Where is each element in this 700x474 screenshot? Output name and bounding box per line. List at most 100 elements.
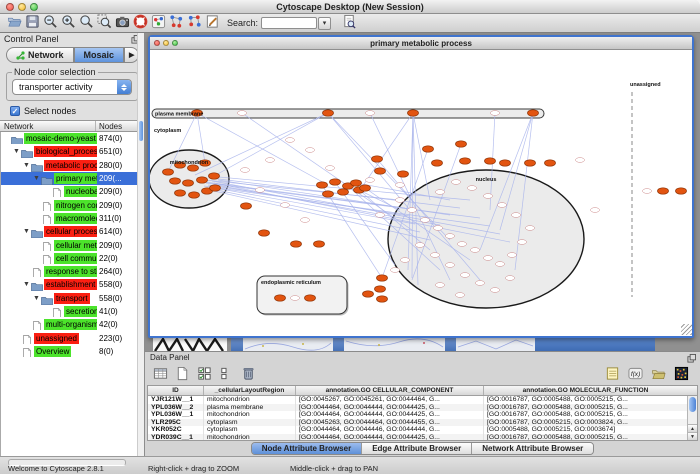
- network-node[interactable]: [281, 203, 290, 208]
- tab-mosaic[interactable]: Mosaic: [74, 47, 125, 63]
- network-node[interactable]: [323, 191, 334, 197]
- network-node[interactable]: [338, 189, 349, 195]
- zoom-selected-icon[interactable]: [95, 13, 113, 30]
- network-node[interactable]: [266, 158, 275, 163]
- zoom-button[interactable]: [30, 3, 38, 11]
- network-node[interactable]: [301, 218, 310, 223]
- network-node[interactable]: [391, 268, 400, 273]
- tree-item-response-to-stimulu[interactable]: response to stimulu264(0): [1, 265, 144, 278]
- expand-arrow-icon[interactable]: ▼: [33, 172, 41, 185]
- new-attribute-icon[interactable]: [174, 365, 191, 382]
- tree-item-macromolecule-m[interactable]: macromolecule m311(0): [1, 212, 144, 225]
- float-panel-icon[interactable]: [687, 354, 696, 363]
- network-node[interactable]: [375, 168, 386, 174]
- network-node[interactable]: [396, 198, 405, 203]
- network-node[interactable]: [498, 203, 507, 208]
- open-icon[interactable]: [5, 13, 23, 30]
- layout-1-icon[interactable]: [167, 13, 185, 30]
- close-button[interactable]: [6, 3, 14, 11]
- network-node[interactable]: [291, 296, 300, 301]
- network-edge[interactable]: [195, 113, 328, 175]
- network-node[interactable]: [416, 243, 425, 248]
- network-edge[interactable]: [322, 185, 382, 278]
- network-canvas[interactable]: plasma membranecytoplasmmitochondrionnuc…: [150, 50, 692, 335]
- import-icon[interactable]: [650, 365, 667, 382]
- tree-item-transport[interactable]: ▼transport558(0): [1, 292, 144, 305]
- expand-arrow-icon[interactable]: ▼: [23, 159, 31, 172]
- network-node[interactable]: [323, 110, 334, 116]
- network-node[interactable]: [526, 226, 535, 231]
- tree-item-cell-communicati[interactable]: cell communicati22(0): [1, 252, 144, 265]
- help-icon[interactable]: [131, 13, 149, 30]
- net-close-button[interactable]: [154, 40, 160, 46]
- tree-item-primary-metabolic-proc[interactable]: ▼primary metabolic proc209(...: [1, 172, 144, 185]
- tree-item-establishment-of-lo[interactable]: ▼establishment of lo558(0): [1, 278, 144, 291]
- network-node[interactable]: [485, 158, 496, 164]
- network-node[interactable]: [484, 194, 493, 199]
- network-node[interactable]: [305, 295, 316, 301]
- network-node[interactable]: [189, 192, 200, 198]
- network-node[interactable]: [545, 160, 556, 166]
- network-node[interactable]: [360, 185, 371, 191]
- minimize-button[interactable]: [18, 3, 26, 11]
- tab-network-attribute-browser[interactable]: Network Attribute Browser: [472, 443, 593, 454]
- zoom-in-icon[interactable]: [59, 13, 77, 30]
- column-header[interactable]: annotation.GO MOLECULAR_FUNCTION: [484, 386, 687, 395]
- expand-arrow-icon[interactable]: ▼: [23, 278, 31, 291]
- network-node[interactable]: [431, 253, 440, 258]
- network-node[interactable]: [372, 156, 383, 162]
- expand-arrow-icon[interactable]: ▼: [23, 225, 31, 238]
- network-node[interactable]: [643, 189, 652, 194]
- network-node[interactable]: [436, 283, 445, 288]
- column-header[interactable]: annotation.GO CELLULAR_COMPONENT: [296, 386, 484, 395]
- network-node[interactable]: [377, 296, 388, 302]
- network-node[interactable]: [210, 185, 221, 191]
- tree-item-multi-organism-pro[interactable]: multi-organism pro42(0): [1, 318, 144, 331]
- save-icon[interactable]: [23, 13, 41, 30]
- table-row[interactable]: YKR052Ccytoplasm[GO:0044464, GO:0044446,…: [148, 426, 687, 434]
- tree-item-nucleobase-cont[interactable]: nucleobase-cont209(0): [1, 185, 144, 198]
- network-node[interactable]: [286, 138, 295, 143]
- matrix-icon[interactable]: [673, 365, 690, 382]
- network-node[interactable]: [183, 180, 194, 186]
- network-node[interactable]: [434, 226, 443, 231]
- adv-search-icon[interactable]: [340, 13, 358, 30]
- net-minimize-button[interactable]: [163, 40, 169, 46]
- network-view-titlebar[interactable]: primary metabolic process: [150, 37, 692, 50]
- network-node[interactable]: [238, 111, 247, 116]
- network-node[interactable]: [436, 190, 445, 195]
- network-node[interactable]: [460, 158, 471, 164]
- network-node[interactable]: [423, 146, 434, 152]
- net-zoom-button[interactable]: [172, 40, 178, 46]
- network-node[interactable]: [525, 160, 536, 166]
- network-node[interactable]: [259, 230, 270, 236]
- search-input[interactable]: [261, 17, 317, 29]
- tree-item-metabolic-process[interactable]: ▼metabolic process280(0): [1, 159, 144, 172]
- network-node[interactable]: [241, 168, 250, 173]
- network-node[interactable]: [398, 171, 409, 177]
- table-row[interactable]: YLR295Ccytoplasm[GO:0045263, GO:0044464,…: [148, 419, 687, 427]
- tree-scrollbar[interactable]: [137, 33, 144, 456]
- network-node[interactable]: [330, 179, 341, 185]
- expand-arrow-icon[interactable]: ▼: [13, 145, 21, 158]
- network-node[interactable]: [366, 111, 375, 116]
- tree-item-nitrogen-compoun[interactable]: nitrogen compoun209(0): [1, 198, 144, 211]
- network-node[interactable]: [256, 188, 265, 193]
- network-node[interactable]: [375, 286, 386, 292]
- network-node[interactable]: [175, 190, 186, 196]
- network-node[interactable]: [377, 275, 388, 281]
- tree-item-unassigned[interactable]: unassigned223(0): [1, 331, 144, 344]
- network-node[interactable]: [506, 276, 515, 281]
- tree-item-cellular-metaboli[interactable]: cellular metaboli209(0): [1, 238, 144, 251]
- network-node[interactable]: [496, 262, 505, 267]
- tree-item-secretion[interactable]: secretion41(0): [1, 305, 144, 318]
- network-node[interactable]: [491, 288, 500, 293]
- network-node[interactable]: [396, 183, 405, 188]
- select-nodes-checkbox[interactable]: ✓: [10, 106, 20, 116]
- column-header[interactable]: _cellularLayoutRegion: [204, 386, 296, 395]
- network-node[interactable]: [452, 180, 461, 185]
- network-node[interactable]: [461, 273, 470, 278]
- network-node[interactable]: [351, 180, 362, 186]
- network-node[interactable]: [518, 240, 527, 245]
- zoom-out-icon[interactable]: [41, 13, 59, 30]
